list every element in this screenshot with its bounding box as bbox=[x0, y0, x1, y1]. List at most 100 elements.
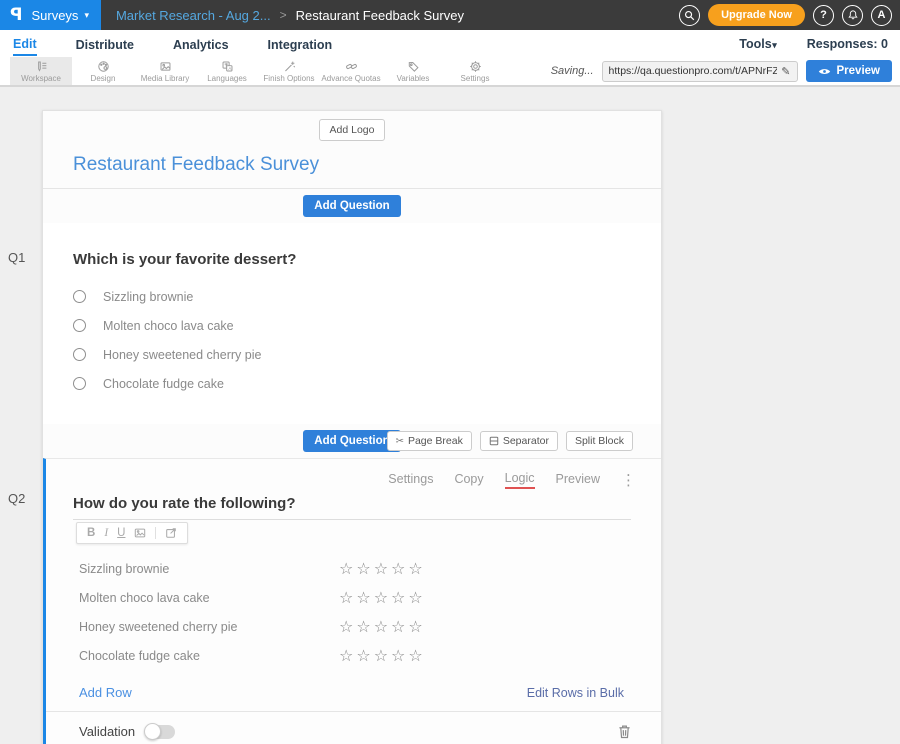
toolbar-item-design[interactable]: Design bbox=[72, 57, 134, 85]
question-block-q1[interactable]: Which is your favorite dessert? Sizzling… bbox=[43, 223, 661, 424]
external-link-icon bbox=[165, 527, 177, 539]
separator-button[interactable]: Separator bbox=[480, 431, 558, 451]
eye-icon bbox=[818, 67, 831, 76]
answer-option-label: Honey sweetened cherry pie bbox=[103, 348, 261, 362]
tabbar-right: Tools ▾ Responses: 0 bbox=[739, 37, 900, 51]
answer-option[interactable]: Molten choco lava cake bbox=[73, 319, 631, 332]
question-tab-copy[interactable]: Copy bbox=[454, 472, 483, 488]
toolbar-divider bbox=[155, 527, 156, 539]
question-text-q1[interactable]: Which is your favorite dessert? bbox=[73, 251, 631, 268]
preview-button[interactable]: Preview bbox=[806, 60, 892, 82]
star-rating-icons[interactable]: ☆☆☆☆☆ bbox=[339, 646, 426, 665]
languages-icon: A bbox=[221, 60, 234, 73]
page-break-icon: ✂ bbox=[396, 436, 404, 447]
rich-text-toolbar: B I U bbox=[76, 522, 188, 544]
survey-editor-canvas: Q1 Q2 Add Logo Restaurant Feedback Surve… bbox=[0, 87, 900, 744]
answer-options: Sizzling brownie Molten choco lava cake … bbox=[73, 290, 631, 390]
toolbar-item-media-library[interactable]: Media Library bbox=[134, 57, 196, 85]
answer-option-label: Sizzling brownie bbox=[103, 290, 193, 304]
toolbar-item-label: Variables bbox=[397, 74, 430, 83]
split-block-button[interactable]: Split Block bbox=[566, 431, 633, 451]
radio-icon[interactable] bbox=[73, 377, 86, 390]
search-button[interactable] bbox=[679, 5, 700, 26]
question-text-q2[interactable]: How do you rate the following? bbox=[73, 495, 631, 520]
radio-icon[interactable] bbox=[73, 319, 86, 332]
question-tab-settings[interactable]: Settings bbox=[388, 472, 433, 488]
insert-image-button[interactable] bbox=[134, 527, 146, 539]
page-break-label: Page Break bbox=[408, 435, 463, 447]
add-question-row-middle: Add Question ✂ Page Break Separator Spli… bbox=[43, 424, 661, 458]
toolbar-item-label: Workspace bbox=[21, 74, 61, 83]
toolbar-item-variables[interactable]: Variables bbox=[382, 57, 444, 85]
preview-label: Preview bbox=[837, 65, 880, 77]
product-label: Surveys bbox=[31, 8, 78, 23]
toolbar-item-workspace[interactable]: Workspace bbox=[10, 57, 72, 85]
answer-option[interactable]: Sizzling brownie bbox=[73, 290, 631, 303]
saving-status: Saving... bbox=[551, 65, 594, 77]
survey-url-input[interactable] bbox=[609, 65, 778, 77]
help-button[interactable]: ? bbox=[813, 5, 834, 26]
product-switcher[interactable]: P Surveys ▾ bbox=[0, 0, 101, 30]
answer-option[interactable]: Honey sweetened cherry pie bbox=[73, 348, 631, 361]
edit-url-icon[interactable]: ✎ bbox=[781, 65, 790, 78]
survey-title[interactable]: Restaurant Feedback Survey bbox=[73, 154, 631, 176]
media-library-icon bbox=[159, 60, 172, 73]
delete-question-button[interactable] bbox=[618, 724, 631, 739]
add-logo-button[interactable]: Add Logo bbox=[319, 119, 386, 141]
edit-rows-in-bulk-link[interactable]: Edit Rows in Bulk bbox=[527, 686, 624, 700]
rating-row-label[interactable]: Molten choco lava cake bbox=[79, 591, 339, 605]
breadcrumb-parent[interactable]: Market Research - Aug 2... bbox=[116, 8, 271, 23]
rating-row-label[interactable]: Chocolate fudge cake bbox=[79, 649, 339, 663]
separator-icon bbox=[489, 436, 499, 446]
insert-link-button[interactable] bbox=[165, 527, 177, 539]
toolbar-item-label: Settings bbox=[461, 74, 490, 83]
questionpro-logo: P bbox=[10, 5, 22, 25]
question-number-q2: Q2 bbox=[8, 491, 25, 506]
split-block-label: Split Block bbox=[575, 435, 624, 447]
toolbar-item-languages[interactable]: A Languages bbox=[196, 57, 258, 85]
star-rating-icons[interactable]: ☆☆☆☆☆ bbox=[339, 559, 426, 578]
page-break-button[interactable]: ✂ Page Break bbox=[387, 431, 472, 451]
question-block-q2[interactable]: Settings Copy Logic Preview ⋮ How do you… bbox=[43, 458, 661, 744]
radio-icon[interactable] bbox=[73, 290, 86, 303]
toolbar-item-finish-options[interactable]: Finish Options bbox=[258, 57, 320, 85]
rating-row: Honey sweetened cherry pie ☆☆☆☆☆ bbox=[79, 612, 631, 641]
star-rating-icons[interactable]: ☆☆☆☆☆ bbox=[339, 588, 426, 607]
editor-toolbar: Workspace Design Media Library A Languag… bbox=[0, 57, 900, 87]
question-number-q1: Q1 bbox=[8, 250, 25, 265]
more-options-icon[interactable]: ⋮ bbox=[621, 471, 636, 489]
tools-menu[interactable]: Tools ▾ bbox=[739, 37, 776, 51]
add-question-button[interactable]: Add Question bbox=[303, 195, 400, 217]
add-row-link[interactable]: Add Row bbox=[79, 685, 132, 700]
validation-toggle[interactable] bbox=[145, 725, 175, 739]
tab-distribute[interactable]: Distribute bbox=[76, 33, 134, 55]
tab-integration[interactable]: Integration bbox=[268, 33, 333, 55]
account-avatar[interactable]: A bbox=[871, 5, 892, 26]
tab-analytics[interactable]: Analytics bbox=[173, 33, 229, 55]
toolbar-item-settings[interactable]: Settings bbox=[444, 57, 506, 85]
toggle-knob bbox=[144, 723, 161, 740]
rating-matrix: Sizzling brownie ☆☆☆☆☆ Molten choco lava… bbox=[79, 554, 631, 670]
radio-icon[interactable] bbox=[73, 348, 86, 361]
italic-button[interactable]: I bbox=[104, 527, 108, 539]
rating-row-label[interactable]: Honey sweetened cherry pie bbox=[79, 620, 339, 634]
rating-row-label[interactable]: Sizzling brownie bbox=[79, 562, 339, 576]
question-tab-preview[interactable]: Preview bbox=[556, 472, 600, 488]
upgrade-now-button[interactable]: Upgrade Now bbox=[708, 4, 805, 26]
rating-row: Sizzling brownie ☆☆☆☆☆ bbox=[79, 554, 631, 583]
answer-option[interactable]: Chocolate fudge cake bbox=[73, 377, 631, 390]
survey-card: Add Logo Restaurant Feedback Survey Add … bbox=[42, 110, 662, 744]
notifications-button[interactable] bbox=[842, 5, 863, 26]
image-icon bbox=[134, 527, 146, 539]
bold-button[interactable]: B bbox=[87, 527, 95, 539]
toolbar-item-advance-quotas[interactable]: Advance Quotas bbox=[320, 57, 382, 85]
question-tab-logic[interactable]: Logic bbox=[505, 471, 535, 489]
advance-quotas-icon bbox=[345, 60, 358, 73]
search-icon bbox=[684, 10, 695, 21]
star-rating-icons[interactable]: ☆☆☆☆☆ bbox=[339, 617, 426, 636]
svg-text:A: A bbox=[228, 65, 231, 70]
responses-count[interactable]: Responses: 0 bbox=[807, 37, 888, 51]
breadcrumb: Market Research - Aug 2... > Restaurant … bbox=[116, 8, 464, 23]
underline-button[interactable]: U bbox=[117, 527, 125, 539]
tab-edit[interactable]: Edit bbox=[13, 32, 37, 56]
